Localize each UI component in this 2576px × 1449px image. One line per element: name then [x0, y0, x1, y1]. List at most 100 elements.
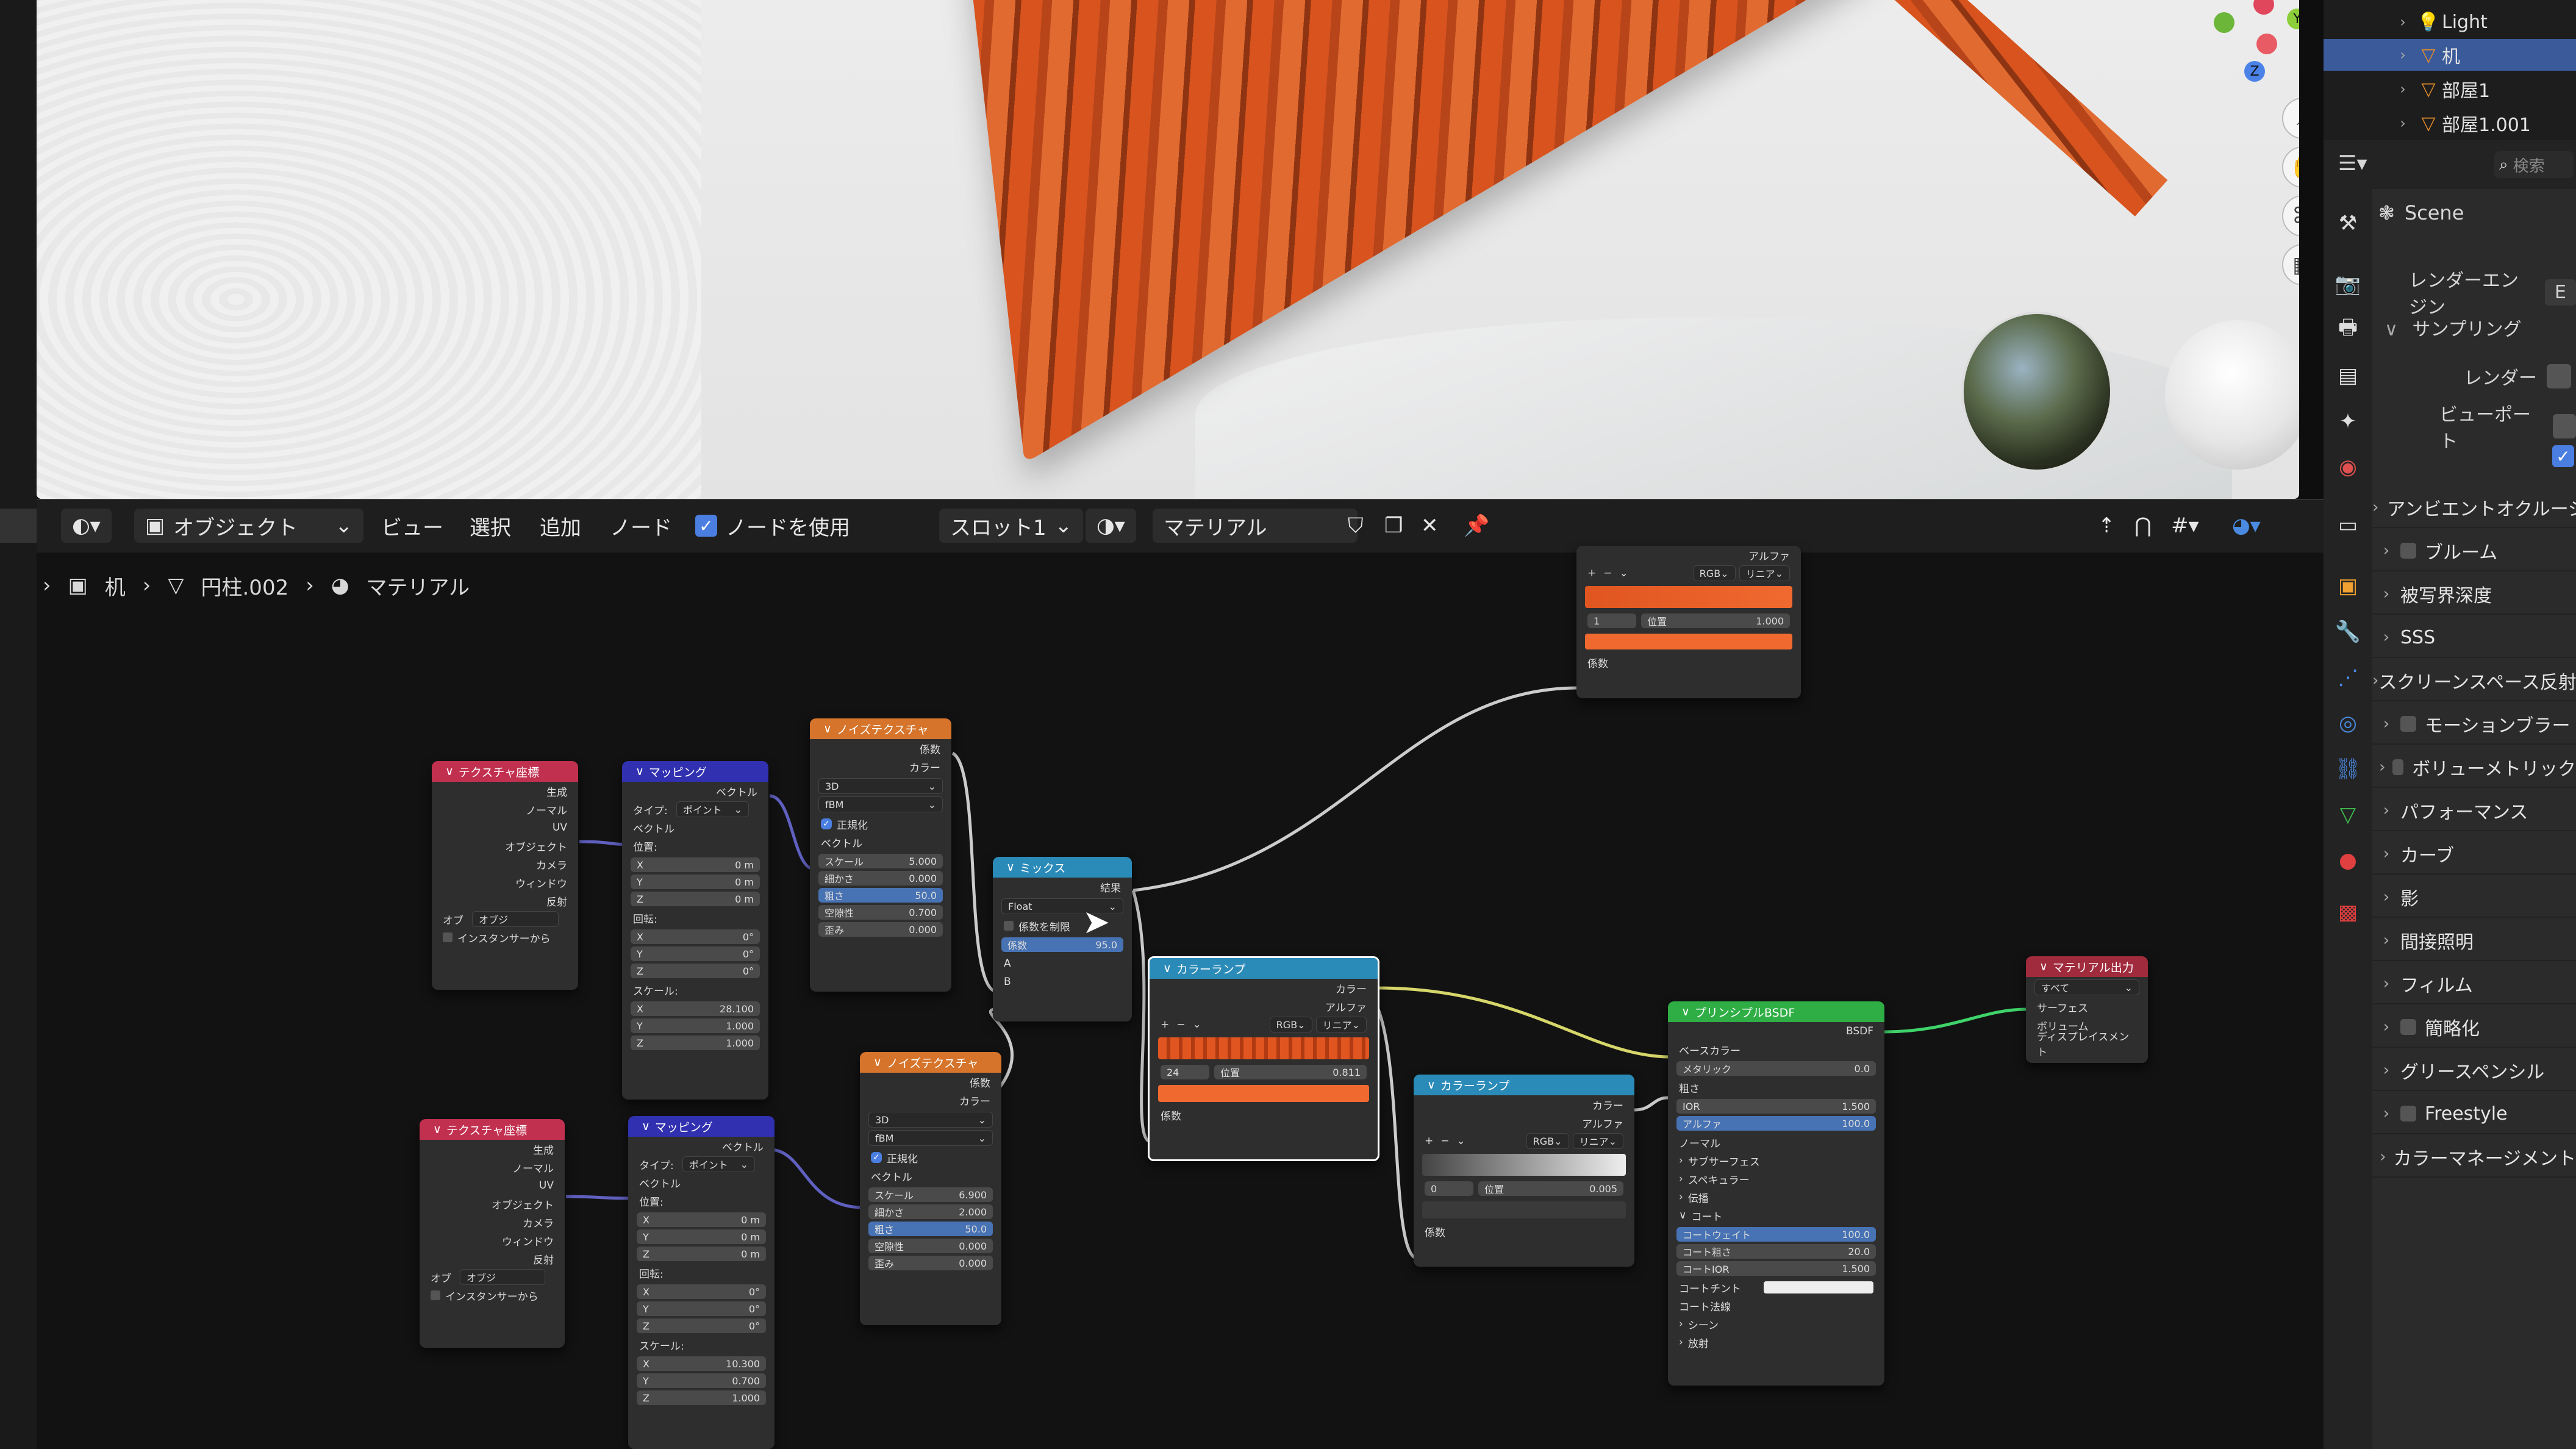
distortion-field[interactable]: 歪み 0.000 — [818, 922, 943, 937]
expand-arrow-icon[interactable]: › — [2391, 13, 2415, 30]
emission-panel[interactable]: › 放射 — [1668, 1333, 1884, 1351]
use-nodes-toggle[interactable]: ✓ ノードを使用 — [695, 509, 850, 543]
scale-z-field[interactable]: Z 1.000 — [637, 1390, 766, 1405]
remove-stop-icon[interactable]: − — [1603, 567, 1612, 579]
fake-user-shield-icon[interactable]: ⛉ — [1348, 509, 1364, 543]
breadcrumb-object[interactable]: 机 — [105, 571, 126, 601]
menu-view[interactable]: ビュー — [381, 509, 443, 543]
normalize-checkbox[interactable]: ✓ — [871, 1152, 882, 1163]
panel-15[interactable]: › カラーマネージメント — [2372, 1137, 2576, 1178]
stop-index-field[interactable]: 0 — [1425, 1181, 1473, 1196]
normalize-row[interactable]: ✓ 正規化 — [810, 815, 951, 833]
texture-coordinate-node-2[interactable]: ∨ テクスチャ座標 生成 ノーマル UV オブジェクト カメラ ウィンドウ 反射 … — [420, 1119, 565, 1348]
axis-x-dot[interactable] — [2256, 34, 2277, 54]
instancer-row[interactable]: インスタンサーから — [420, 1286, 565, 1304]
color-mode-dropdown[interactable]: RGB ⌄ — [1692, 565, 1736, 581]
unlink-close-icon[interactable]: ✕ — [1421, 509, 1439, 543]
stop-color-swatch[interactable] — [1158, 1085, 1369, 1102]
panel-checkbox[interactable] — [2400, 1106, 2416, 1122]
breadcrumb-material[interactable]: マテリアル — [366, 571, 470, 601]
panel-8[interactable]: › カーブ — [2372, 834, 2576, 875]
slot-dropdown[interactable]: スロット1 ⌄ — [939, 509, 1083, 543]
object-picker[interactable]: オブジ — [460, 1269, 545, 1285]
panel-checkbox[interactable] — [2392, 759, 2404, 775]
pin-icon[interactable]: 📌 — [1464, 509, 1489, 543]
expand-arrow-icon[interactable]: › — [2391, 46, 2415, 63]
coat-weight-field[interactable]: コートウェイト 100.0 — [1676, 1227, 1876, 1242]
panel-13[interactable]: › グリースペンシル — [2372, 1051, 2576, 1091]
stop-position-field[interactable]: 位置 0.005 — [1478, 1181, 1623, 1196]
interpolation-dropdown[interactable]: リニア ⌄ — [1572, 1133, 1623, 1149]
snap-grid-icon[interactable]: #▾ — [2171, 509, 2199, 543]
node-header[interactable]: ∨ ノイズテクスチャ — [860, 1052, 1001, 1073]
overlay-icon[interactable]: ◕▾ — [2232, 509, 2261, 543]
grid-perspective-icon[interactable]: ▦ — [2282, 244, 2299, 285]
node-header[interactable]: ∨ マッピング — [628, 1116, 775, 1137]
stop-position-field[interactable]: 位置 0.811 — [1214, 1065, 1367, 1079]
noise-type-dropdown[interactable]: fBM ⌄ — [868, 1130, 993, 1146]
interpolation-dropdown[interactable]: リニア ⌄ — [1315, 1017, 1367, 1032]
rotation-x-field[interactable]: X 0° — [631, 929, 760, 944]
color-ramp-node-2[interactable]: ∨ カラーランプ カラー アルファ + − ⌄ RGB ⌄ リニア ⌄ 0 位置 0.0… — [1414, 1075, 1634, 1267]
lacunarity-field[interactable]: 空隙性 0.000 — [868, 1239, 993, 1253]
object-tab-icon[interactable]: ▣ — [2332, 570, 2364, 602]
axis-y-neg-dot[interactable] — [2214, 12, 2234, 33]
sheen-panel[interactable]: › シーン — [1668, 1315, 1884, 1333]
panel-11[interactable]: › フィルム — [2372, 964, 2576, 1004]
location-y-field[interactable]: Y0 m — [637, 1229, 766, 1244]
ior-field[interactable]: IOR 1.500 — [1676, 1099, 1876, 1114]
noise-texture-node-1[interactable]: ∨ ノイズテクスチャ 係数 カラー 3D ⌄ fBM ⌄ ✓ 正規化 ベクトル スケール… — [810, 718, 951, 992]
panel-3[interactable]: › SSS — [2372, 618, 2576, 658]
scale-field[interactable]: スケール 6.900 — [868, 1187, 993, 1202]
detail-field[interactable]: 細かさ 0.000 — [818, 871, 943, 886]
expand-arrow-icon[interactable]: › — [2391, 80, 2415, 98]
panel-12[interactable]: › 簡略化 — [2372, 1007, 2576, 1048]
location-z-field[interactable]: Z0 m — [631, 892, 760, 906]
add-stop-icon[interactable]: + — [1587, 567, 1596, 579]
view-layer-tab-icon[interactable]: ▤ — [2332, 360, 2364, 392]
material-name-field[interactable]: マテリアル — [1153, 509, 1358, 543]
color-mode-dropdown[interactable]: RGB ⌄ — [1526, 1133, 1569, 1149]
color-ramp-node-top[interactable]: アルファ + − ⌄ RGB ⌄ リニア ⌄ 1 位置 1.000 係数 — [1576, 546, 1801, 698]
add-stop-icon[interactable]: + — [1161, 1018, 1169, 1031]
material-output-node[interactable]: ∨ マテリアル出力 すべて ⌄ サーフェス ボリューム ディスプレイスメント — [2026, 956, 2148, 1063]
axis-z-dot[interactable] — [2253, 0, 2274, 15]
outliner-item-room1[interactable]: › ▽ 部屋1 — [2324, 73, 2576, 105]
checkbox-icon[interactable] — [443, 932, 453, 942]
panel-6[interactable]: › ボリューメトリック — [2372, 748, 2576, 788]
denoise-checkbox[interactable]: ✓ — [2552, 445, 2574, 467]
physics-tab-icon[interactable]: ◎ — [2332, 707, 2364, 739]
coat-tint-swatch[interactable] — [1764, 1281, 1873, 1293]
rotation-z-field[interactable]: Z 0° — [631, 964, 760, 978]
specular-panel[interactable]: › スペキュラー — [1668, 1170, 1884, 1188]
mode-dropdown[interactable]: ▣ オブジェクト ⌄ — [134, 509, 363, 543]
scale-y-field[interactable]: Y 1.000 — [631, 1018, 760, 1033]
duplicate-material-icon[interactable]: ❐ — [1384, 509, 1403, 543]
panel-5[interactable]: › モーションブラー — [2372, 704, 2576, 745]
scale-field[interactable]: スケール 5.000 — [818, 854, 943, 868]
node-header[interactable]: ∨ マッピング — [622, 761, 768, 782]
target-dropdown[interactable]: すべて ⌄ — [2034, 979, 2139, 995]
menu-node[interactable]: ノード — [610, 509, 672, 543]
panel-14[interactable]: › Freestyle — [2372, 1094, 2576, 1134]
expand-arrow-icon[interactable]: › — [2391, 115, 2415, 132]
subsurface-panel[interactable]: › サブサーフェス — [1668, 1151, 1884, 1170]
scale-z-field[interactable]: Z 1.000 — [631, 1036, 760, 1050]
stop-index-field[interactable]: 24 — [1161, 1065, 1209, 1079]
world-tab-icon[interactable]: ◉ — [2332, 451, 2364, 483]
normalize-row[interactable]: ✓ 正規化 — [860, 1148, 1001, 1167]
dimension-dropdown[interactable]: 3D ⌄ — [868, 1112, 993, 1128]
3d-viewport[interactable]: ⌕ ✋ ⌘ ▦ Y Z — [37, 0, 2299, 499]
parent-node-icon[interactable]: ⇡ — [2098, 509, 2116, 543]
scale-x-field[interactable]: X 28.100 — [631, 1001, 760, 1016]
coat-roughness-field[interactable]: コート粗さ 20.0 — [1676, 1244, 1876, 1259]
normalize-checkbox[interactable]: ✓ — [821, 818, 832, 829]
color-ramp-gradient[interactable] — [1422, 1154, 1626, 1176]
object-picker[interactable]: オブジ — [472, 911, 559, 927]
node-header[interactable]: ∨ マテリアル出力 — [2026, 956, 2148, 977]
checkbox-icon[interactable] — [1004, 921, 1014, 931]
checkbox-icon[interactable] — [431, 1290, 440, 1300]
constraints-tab-icon[interactable]: ⛓ — [2332, 753, 2364, 785]
rotation-y-field[interactable]: Y 0° — [637, 1301, 766, 1316]
node-header[interactable]: ∨ カラーランプ — [1414, 1075, 1634, 1095]
